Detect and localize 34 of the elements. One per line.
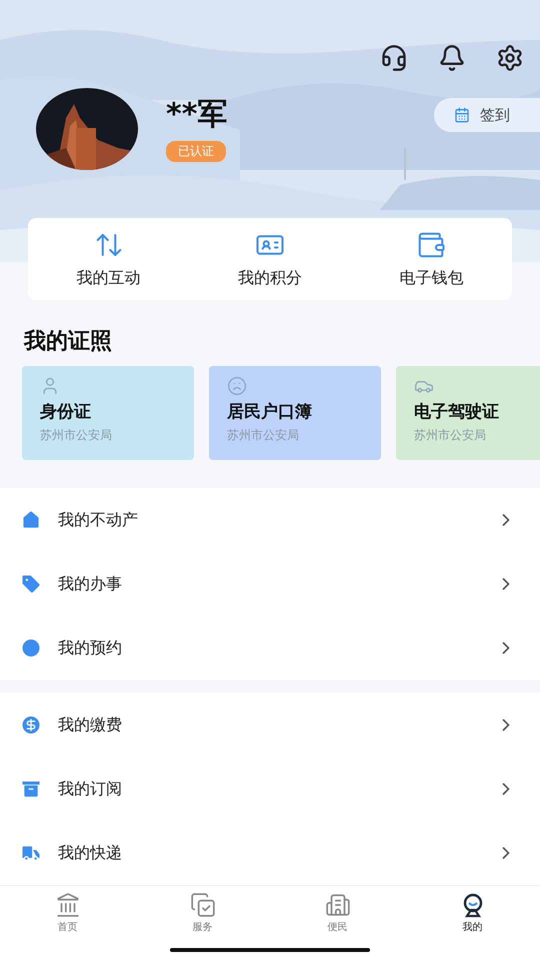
- tab-icon: [54, 892, 80, 918]
- license-issuer: 苏州市公安局: [414, 427, 487, 444]
- license-name: 电子驾驶证: [414, 401, 500, 423]
- menu-icon: [20, 573, 42, 595]
- license-issuer: 苏州市公安局: [227, 427, 300, 444]
- menu-label: 我的快递: [58, 842, 123, 864]
- license-card[interactable]: 电子驾驶证 苏州市公安局: [396, 366, 540, 460]
- menu-item[interactable]: 我的不动产: [0, 488, 540, 552]
- menu-icon: [20, 509, 42, 531]
- menu-item[interactable]: 我的订阅: [0, 757, 540, 821]
- tab[interactable]: 首页: [28, 891, 108, 935]
- license-card[interactable]: 居民户口簿 苏州市公安局: [209, 366, 381, 460]
- menu-item[interactable]: 我的办事: [0, 552, 540, 616]
- license-icon: [227, 376, 247, 396]
- tab[interactable]: 便民: [298, 891, 378, 935]
- license-name: 居民户口簿: [227, 401, 313, 423]
- menu-label: 我的缴费: [58, 714, 123, 736]
- tab-icon: [190, 892, 216, 918]
- license-card[interactable]: 身份证 苏州市公安局: [22, 366, 194, 460]
- menu-item[interactable]: 我的预约: [0, 616, 540, 680]
- menu-label: 我的预约: [58, 638, 123, 658]
- tab[interactable]: 我的: [432, 891, 512, 935]
- section-title: 我的证照: [24, 328, 112, 356]
- tab-icon: [324, 892, 350, 918]
- menu-icon: [20, 637, 42, 659]
- menu-label: 我的办事: [58, 574, 123, 594]
- menu-item[interactable]: 我的缴费: [0, 693, 540, 757]
- tab[interactable]: 服务: [162, 891, 242, 935]
- menu-item[interactable]: 我的快递: [0, 821, 540, 885]
- license-issuer: 苏州市公安局: [40, 427, 113, 444]
- license-name: 身份证: [40, 401, 92, 423]
- menu-label: 我的不动产: [58, 510, 139, 530]
- menu-icon: [20, 714, 42, 736]
- menu-label: 我的订阅: [58, 778, 123, 800]
